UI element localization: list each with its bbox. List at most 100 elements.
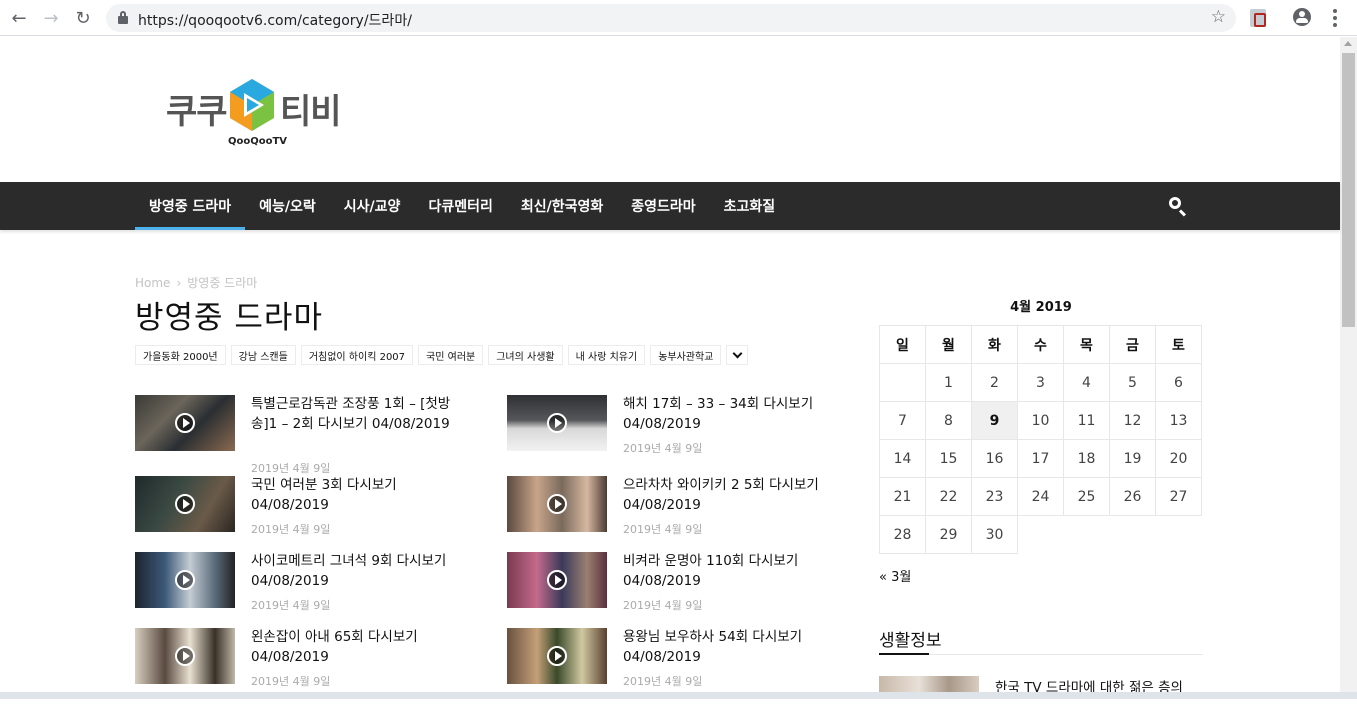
scroll-up-arrow-icon[interactable] (1344, 41, 1352, 46)
tags-expand-button[interactable] (726, 345, 749, 365)
nav-item-airing-dramas[interactable]: 방영중 드라마 (135, 182, 246, 230)
url-text[interactable]: https://qooqootv6.com/category/드라마/ (138, 10, 412, 30)
calendar-day: 7 (879, 401, 926, 440)
forward-arrow-icon[interactable]: → (40, 7, 62, 29)
calendar-caption: 4월 2019 (1010, 300, 1072, 315)
calendar-day: 10 (1017, 401, 1064, 440)
calendar-day: 30 (971, 515, 1018, 554)
chevron-down-icon (732, 348, 743, 358)
tag-chip[interactable]: 그녀의 사생활 (488, 345, 563, 365)
nav-item-ultra-hd[interactable]: 초고화질 (710, 182, 790, 230)
widget-title: 생활정보 (879, 631, 942, 651)
play-icon (547, 646, 567, 666)
logo-right-text: 티비 (280, 92, 342, 132)
play-icon (175, 646, 195, 666)
breadcrumb-current[interactable]: 방영중 드라마 (187, 274, 257, 291)
post-title[interactable]: 용왕님 보우하사 54회 다시보기 04/08/2019 (623, 627, 837, 667)
site-logo[interactable]: 쿠쿠 티비 QooQooTV (166, 78, 342, 150)
play-icon (175, 570, 195, 590)
tag-chip[interactable]: 농부사관학교 (650, 345, 722, 365)
post-item[interactable]: 비켜라 운명아 110회 다시보기 04/08/2019 2019년 4월 9일 (507, 552, 837, 628)
tag-chip[interactable]: 거침없이 하이킥 2007 (300, 345, 414, 365)
breadcrumb-separator-icon: › (176, 275, 182, 290)
reload-icon[interactable]: ↻ (72, 7, 94, 29)
post-title[interactable]: 특별근로감독관 조장풍 1회 – [첫방송]1 – 2회 다시보기 04/08/… (251, 394, 465, 434)
calendar-empty-cell (1017, 515, 1202, 554)
weekday-header: 수 (1017, 325, 1064, 364)
post-thumbnail[interactable] (507, 395, 607, 451)
post-date: 2019년 4월 9일 (623, 523, 703, 536)
page-title: 방영중 드라마 (135, 300, 323, 336)
post-title[interactable]: 왼손잡이 아내 65회 다시보기 04/08/2019 (251, 627, 465, 667)
category-tag-list: 가을동화 2000년 강남 스캔들 거침없이 하이킥 2007 국민 여러분 그… (135, 345, 749, 365)
post-thumbnail[interactable] (507, 476, 607, 532)
calendar-day: 17 (1017, 439, 1064, 478)
post-title[interactable]: 국민 여러분 3회 다시보기 04/08/2019 (251, 475, 465, 515)
pdf-extension-icon[interactable] (1250, 9, 1266, 27)
calendar-day-today[interactable]: 9 (971, 401, 1018, 440)
post-title[interactable]: 해치 17회 – 33 – 34회 다시보기 04/08/2019 (623, 394, 837, 434)
calendar-prev-month-link[interactable]: « 3월 (879, 566, 911, 585)
post-title[interactable]: 사이코메트리 그녀석 9회 다시보기 04/08/2019 (251, 551, 465, 591)
calendar-day: 12 (1109, 401, 1156, 440)
post-thumbnail[interactable] (507, 552, 607, 608)
post-thumbnail[interactable] (135, 628, 235, 684)
tag-chip[interactable]: 국민 여러분 (418, 345, 484, 365)
post-item[interactable]: 사이코메트리 그녀석 9회 다시보기 04/08/2019 2019년 4월 9… (135, 552, 465, 628)
post-item[interactable]: 해치 17회 – 33 – 34회 다시보기 04/08/2019 2019년 … (507, 395, 837, 471)
breadcrumb-home-link[interactable]: Home (135, 276, 170, 290)
calendar-week-row: 21 22 23 24 25 26 27 (879, 477, 1202, 516)
nav-item-entertainment[interactable]: 예능/오락 (245, 182, 330, 230)
post-title[interactable]: 으라차차 와이키키 2 5회 다시보기 04/08/2019 (623, 475, 837, 515)
tag-chip[interactable]: 강남 스캔들 (230, 345, 296, 365)
post-item[interactable]: 특별근로감독관 조장풍 1회 – [첫방송]1 – 2회 다시보기 04/08/… (135, 394, 465, 475)
post-title[interactable]: 비켜라 운명아 110회 다시보기 04/08/2019 (623, 551, 837, 591)
post-item[interactable]: 으라차차 와이키키 2 5회 다시보기 04/08/2019 2019년 4월 … (507, 476, 837, 552)
nav-item-current-affairs[interactable]: 시사/교양 (330, 182, 415, 230)
calendar-day: 26 (1109, 477, 1156, 516)
calendar-day: 18 (1063, 439, 1110, 478)
post-thumbnail[interactable] (135, 552, 235, 608)
calendar-day: 8 (925, 401, 972, 440)
play-icon (175, 494, 195, 514)
tag-chip[interactable]: 가을동화 2000년 (135, 345, 226, 365)
back-arrow-icon[interactable]: ← (8, 7, 30, 29)
calendar-day: 3 (1017, 363, 1064, 402)
profile-avatar-icon[interactable] (1293, 8, 1311, 26)
nav-item-documentary[interactable]: 다큐멘터리 (414, 182, 506, 230)
logo-left-text: 쿠쿠 (166, 92, 228, 132)
address-bar[interactable]: https://qooqootv6.com/category/드라마/ ☆ (106, 4, 1236, 32)
search-icon[interactable] (1168, 196, 1188, 217)
calendar-day: 11 (1063, 401, 1110, 440)
widget-divider (879, 653, 1203, 655)
post-date: 2019년 4월 9일 (251, 675, 331, 688)
calendar-week-row: 1 2 3 4 5 6 (879, 363, 1202, 402)
calendar-day: 15 (925, 439, 972, 478)
calendar-day: 28 (879, 515, 926, 554)
weekday-header: 월 (925, 325, 972, 364)
calendar-day: 16 (971, 439, 1018, 478)
nav-item-ended-dramas[interactable]: 종영드라마 (617, 182, 709, 230)
tag-chip[interactable]: 내 사랑 치유기 (567, 345, 646, 365)
post-date: 2019년 4월 9일 (623, 675, 703, 688)
browser-menu-icon[interactable] (1328, 8, 1342, 28)
scroll-thumb[interactable] (1342, 53, 1355, 327)
breadcrumb: Home › 방영중 드라마 (135, 274, 257, 291)
calendar-weekday-row: 일 월 화 수 목 금 토 (879, 325, 1202, 364)
calendar-day: 22 (925, 477, 972, 516)
play-hexagon-logo-icon (230, 79, 274, 131)
post-item[interactable]: 국민 여러분 3회 다시보기 04/08/2019 2019년 4월 9일 (135, 476, 465, 552)
weekday-header: 금 (1109, 325, 1156, 364)
calendar-day: 25 (1063, 477, 1110, 516)
post-thumbnail[interactable] (507, 628, 607, 684)
post-thumbnail[interactable] (135, 395, 235, 451)
calendar-day: 4 (1063, 363, 1110, 402)
post-thumbnail[interactable] (135, 476, 235, 532)
weekday-header: 화 (971, 325, 1018, 364)
bookmark-star-icon[interactable]: ☆ (1211, 7, 1226, 27)
calendar-day: 27 (1155, 477, 1202, 516)
calendar-day: 20 (1155, 439, 1202, 478)
page-scrollbar[interactable] (1340, 37, 1357, 699)
calendar-day: 1 (925, 363, 972, 402)
nav-item-korean-movies[interactable]: 최신/한국영화 (507, 182, 617, 230)
